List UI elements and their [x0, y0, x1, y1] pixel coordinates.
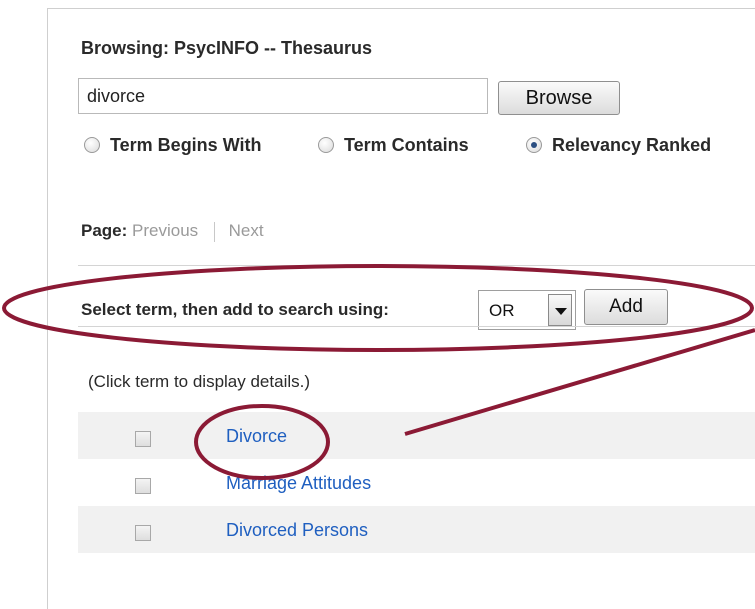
term-checkbox[interactable]: [135, 431, 151, 447]
list-item: Marriage Attitudes: [78, 459, 755, 506]
option-label: Term Begins With: [110, 134, 262, 155]
radio-term-contains[interactable]: [318, 137, 334, 153]
option-label: Term Contains: [344, 134, 469, 155]
hint-text: (Click term to display details.): [88, 372, 311, 391]
radio-relevancy-ranked[interactable]: [526, 137, 542, 153]
operator-value: OR: [489, 301, 515, 320]
add-to-search-label: Select term, then add to search using:: [81, 300, 389, 319]
pagination: Page: Previous Next: [81, 221, 264, 242]
browse-button[interactable]: Browse: [498, 81, 620, 115]
list-item: Divorce: [78, 412, 755, 459]
pagination-divider: [213, 221, 215, 242]
term-link[interactable]: Marriage Attitudes: [226, 473, 371, 494]
divider: [78, 326, 755, 327]
add-button[interactable]: Add: [584, 289, 668, 325]
option-label: Relevancy Ranked: [552, 134, 712, 155]
option-term-begins-with[interactable]: Term Begins With: [84, 134, 262, 156]
operator-select[interactable]: OR: [478, 290, 576, 330]
radio-term-begins-with[interactable]: [84, 137, 100, 153]
term-checkbox[interactable]: [135, 525, 151, 541]
term-checkbox[interactable]: [135, 478, 151, 494]
term-list: Divorce Marriage Attitudes Divorced Pers…: [78, 412, 755, 553]
page-title: Browsing: PsycINFO -- Thesaurus: [81, 38, 373, 58]
option-relevancy-ranked[interactable]: Relevancy Ranked: [526, 134, 711, 156]
option-term-contains[interactable]: Term Contains: [318, 134, 469, 156]
divider: [78, 265, 755, 266]
chevron-down-icon[interactable]: [548, 294, 572, 326]
search-input[interactable]: [78, 78, 488, 114]
list-item: Divorced Persons: [78, 506, 755, 553]
pagination-label: Page:: [81, 221, 128, 240]
next-link[interactable]: Next: [229, 221, 264, 240]
term-link[interactable]: Divorce: [226, 426, 287, 447]
term-link[interactable]: Divorced Persons: [226, 520, 368, 541]
previous-link[interactable]: Previous: [132, 221, 198, 240]
